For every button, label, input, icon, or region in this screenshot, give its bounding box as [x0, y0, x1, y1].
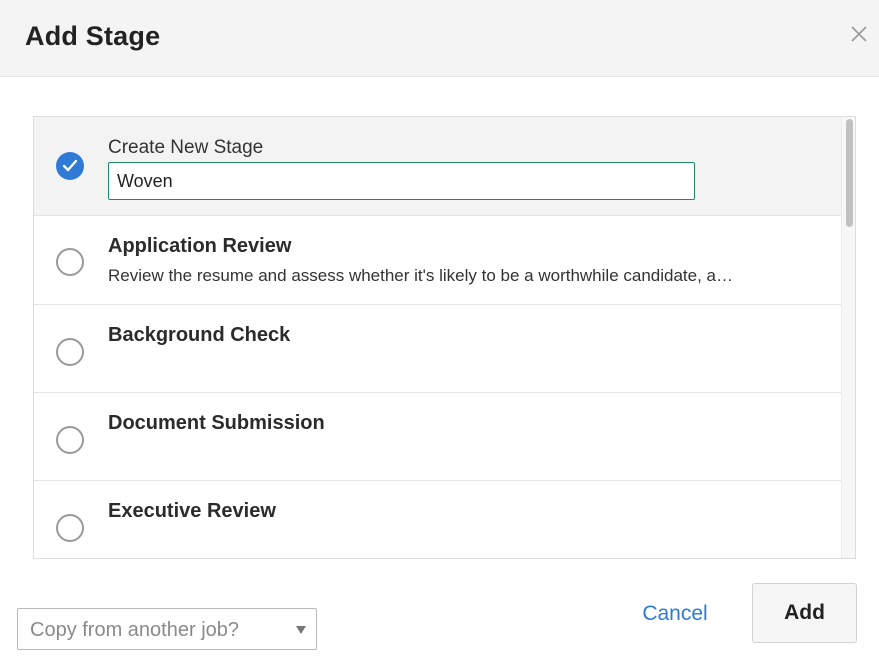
add-button[interactable]: Add [752, 583, 857, 643]
dialog-header: Add Stage [0, 0, 879, 77]
list-item-create-new-stage[interactable]: Create New Stage [34, 117, 841, 216]
radio-application-review[interactable] [56, 248, 84, 276]
list-scrollbar[interactable] [841, 117, 855, 558]
list-item[interactable]: Executive Review [34, 481, 841, 558]
stage-name: Executive Review [108, 500, 276, 522]
new-stage-name-input[interactable] [108, 162, 695, 200]
add-stage-dialog: Add Stage Create New Stage Application R… [0, 0, 879, 660]
copy-select-placeholder: Copy from another job? [30, 619, 240, 641]
radio-executive-review[interactable] [56, 514, 84, 542]
list-item[interactable]: Application Review Review the resume and… [34, 216, 841, 305]
radio-background-check[interactable] [56, 338, 84, 366]
stage-description: Review the resume and assess whether it'… [108, 266, 733, 285]
close-button[interactable] [848, 23, 870, 45]
checkmark-icon [62, 159, 78, 172]
stage-name: Background Check [108, 324, 291, 346]
stage-list: Create New Stage Application Review Revi… [33, 116, 856, 559]
list-item[interactable]: Background Check [34, 305, 841, 393]
close-icon [851, 26, 867, 42]
scrollbar-thumb[interactable] [846, 119, 853, 227]
create-new-stage-label: Create New Stage [108, 137, 264, 158]
stage-name: Application Review [108, 235, 292, 257]
caret-down-icon [296, 626, 306, 634]
copy-from-job-select[interactable]: Copy from another job? [17, 608, 317, 650]
radio-create-new-stage[interactable] [56, 152, 84, 180]
stage-name: Document Submission [108, 412, 325, 434]
radio-document-submission[interactable] [56, 426, 84, 454]
list-item[interactable]: Document Submission [34, 393, 841, 481]
cancel-button[interactable]: Cancel [630, 598, 720, 630]
dialog-title: Add Stage [25, 21, 161, 51]
